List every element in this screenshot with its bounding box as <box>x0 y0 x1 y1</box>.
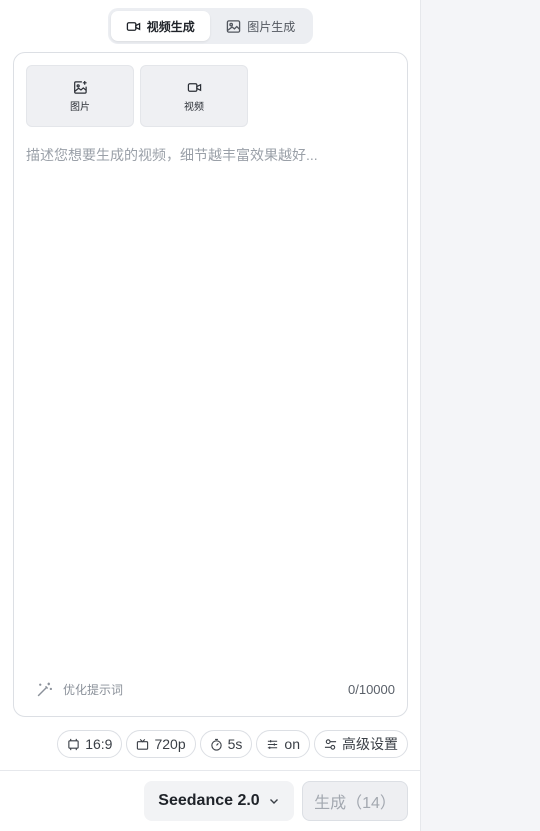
optimize-prompt-label: 优化提示词 <box>63 683 124 697</box>
resolution-chip[interactable]: 720p <box>126 730 196 758</box>
optimize-prompt-button[interactable]: 优化提示词 <box>36 681 123 698</box>
timer-icon <box>210 738 222 751</box>
tab-video-generation-label: 视频生成 <box>146 19 195 34</box>
generation-panel: 视频生成 图片生成 图片 视频 描述您想要生成的视频，细节越丰富效果越好... … <box>0 0 420 831</box>
advanced-settings-label: 高级设置 <box>342 736 398 752</box>
tab-image-generation-label: 图片生成 <box>247 19 296 34</box>
model-select[interactable]: Seedance 2.0 <box>144 781 294 821</box>
audio-value: on <box>284 736 300 752</box>
duration-value: 5s <box>227 736 243 752</box>
video-camera-icon <box>126 21 140 31</box>
settings-chips: 16:9 720p 5s on 高级设置 <box>57 730 408 758</box>
aspect-ratio-value: 16:9 <box>85 736 113 752</box>
generate-button[interactable]: 生成（14） <box>302 781 408 821</box>
upload-row: 图片 视频 <box>26 65 248 127</box>
prompt-input[interactable] <box>26 145 396 665</box>
image-icon <box>226 19 241 33</box>
video-camera-icon <box>187 82 201 92</box>
upload-image-button[interactable]: 图片 <box>26 65 134 127</box>
resolution-value: 720p <box>154 736 186 752</box>
tab-image-generation[interactable]: 图片生成 <box>212 11 311 41</box>
prompt-card: 图片 视频 优化提示词 0/10000 <box>13 52 408 717</box>
model-select-value: Seedance 2.0 <box>158 792 260 809</box>
sliders-icon <box>324 738 337 750</box>
equalizer-icon <box>268 739 278 749</box>
character-count: 0/10000 <box>348 682 395 697</box>
advanced-settings-chip[interactable]: 高级设置 <box>314 730 408 758</box>
audio-chip[interactable]: on <box>256 730 310 758</box>
chevron-down-icon <box>269 799 278 804</box>
preview-pane <box>420 0 540 831</box>
tv-icon <box>137 738 149 750</box>
upload-video-label: 视频 <box>184 101 204 113</box>
add-image-icon <box>73 80 87 94</box>
upload-video-button[interactable]: 视频 <box>140 65 248 127</box>
footer-divider <box>0 770 420 771</box>
upload-image-label: 图片 <box>70 101 90 113</box>
mode-switcher: 视频生成 图片生成 <box>108 8 313 44</box>
magic-wand-icon <box>37 682 52 697</box>
tab-video-generation[interactable]: 视频生成 <box>111 11 210 41</box>
aspect-ratio-icon <box>68 738 79 750</box>
aspect-ratio-chip[interactable]: 16:9 <box>57 730 123 758</box>
duration-chip[interactable]: 5s <box>199 730 253 758</box>
